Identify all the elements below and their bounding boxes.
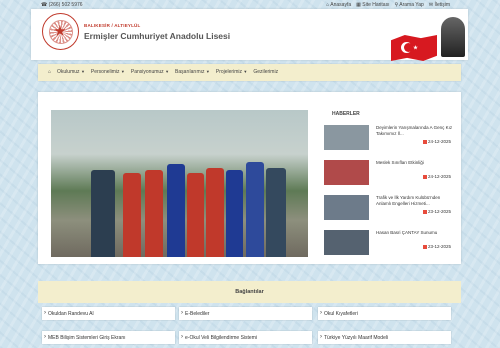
sitemap-link[interactable]: ▦ Site Haritası <box>356 2 389 8</box>
link-e-belediler[interactable]: › E-Belediler <box>179 307 312 320</box>
news-thumbnail <box>324 125 369 150</box>
chevron-down-icon: ▼ <box>205 69 210 74</box>
search-icon: ⚲ <box>394 2 399 8</box>
phone-number: (266) 502 5976 <box>48 2 83 8</box>
main-nav: ⌂ Okulumuz ▼ Personelimiz ▼ Pansiyonumuz… <box>38 64 461 81</box>
chevron-right-icon: › <box>320 310 322 316</box>
link-meb-bilisim[interactable]: › MEB Bilişim Sistemleri Giriş Ekranı <box>42 331 175 344</box>
nav-item-gezilerimiz[interactable]: Gezilerimiz <box>253 69 278 75</box>
chevron-right-icon: › <box>44 310 46 316</box>
link-e-okul-veli[interactable]: › e-Okul Veli Bilgilendirme Sistemi <box>179 331 312 344</box>
mail-icon: ✉ <box>428 2 434 8</box>
news-item[interactable]: Trafik ve İlk Yardım Kulübü'nden Anlamlı… <box>324 195 454 221</box>
news-title: Meslek Sınıfları Etkinliği <box>376 160 424 165</box>
slider-photo[interactable] <box>51 110 308 257</box>
news-thumbnail <box>324 230 369 255</box>
meb-logo[interactable] <box>42 13 79 50</box>
news-date: 24-12-2025 <box>423 174 451 179</box>
news-title: Trafik ve İlk Yardım Kulübü'nden Anlamlı… <box>376 195 441 206</box>
news-thumbnail <box>324 195 369 220</box>
sitemap-icon: ▦ <box>356 2 361 8</box>
location-subtitle: BALIKESİR / ALTIEYLÜL <box>84 23 141 28</box>
links-section: Bağlantılar <box>38 281 461 303</box>
main-content: HABERLER Deyimlerin Yarışmalarında A Gen… <box>38 92 461 264</box>
news-title: Deyimlerin Yarışmalarında A Genç Kız Tak… <box>376 125 453 136</box>
link-okul-kiyafetleri[interactable]: › Okul Kıyafetleri <box>318 307 451 320</box>
news-item[interactable]: Hasan Basri ÇANTAY Sunumu 23-12-2025 <box>324 230 454 256</box>
chevron-right-icon: › <box>181 310 183 316</box>
news-item[interactable]: Deyimlerin Yarışmalarında A Genç Kız Tak… <box>324 125 454 151</box>
nav-item-basarilarimiz[interactable]: Başarılarımız ▼ <box>175 69 210 75</box>
search-link[interactable]: ⚲ Arama Yap <box>394 2 423 8</box>
news-date: 23-12-2025 <box>423 244 451 249</box>
turkish-flag-image <box>391 35 437 61</box>
ataturk-portrait-image <box>441 17 465 57</box>
chevron-right-icon: › <box>44 334 46 340</box>
nav-home[interactable]: ⌂ <box>48 69 51 75</box>
news-date: 23-12-2025 <box>423 209 451 214</box>
chevron-down-icon: ▼ <box>165 69 170 74</box>
school-name[interactable]: Ermişler Cumhuriyet Anadolu Lisesi <box>84 31 230 41</box>
chevron-down-icon: ▼ <box>120 69 125 74</box>
news-thumbnail <box>324 160 369 185</box>
chevron-down-icon: ▼ <box>80 69 85 74</box>
home-icon: ⌂ <box>326 2 330 8</box>
news-title: Hasan Basri ÇANTAY Sunumu <box>376 230 438 235</box>
link-randevu[interactable]: › Okuldan Randevu Al <box>42 307 175 320</box>
chevron-down-icon: ▼ <box>243 69 248 74</box>
links-heading: Bağlantılar <box>235 289 264 295</box>
site-header: BALIKESİR / ALTIEYLÜL Ermişler Cumhuriye… <box>31 9 468 61</box>
home-link[interactable]: ⌂ Anasayfa <box>326 2 351 8</box>
chevron-right-icon: › <box>320 334 322 340</box>
news-heading: HABERLER <box>332 111 360 117</box>
chevron-right-icon: › <box>181 334 183 340</box>
link-maarif-modeli[interactable]: › Türkiye Yüzyılı Maarif Modeli <box>318 331 451 344</box>
phone-info[interactable]: ☎ (266) 502 5976 <box>41 2 83 8</box>
nav-item-projelerimiz[interactable]: Projelerimiz ▼ <box>216 69 247 75</box>
nav-item-personelimiz[interactable]: Personelimiz ▼ <box>91 69 125 75</box>
nav-item-pansiyonumuz[interactable]: Pansiyonumuz ▼ <box>131 69 169 75</box>
news-item[interactable]: Meslek Sınıfları Etkinliği 24-12-2025 <box>324 160 454 186</box>
top-links: ⌂ Anasayfa ▦ Site Haritası ⚲ Arama Yap ✉… <box>326 2 450 8</box>
home-icon: ⌂ <box>48 69 52 75</box>
phone-icon: ☎ <box>41 2 48 8</box>
contact-link[interactable]: ✉ İletişim <box>429 2 450 8</box>
nav-item-okulumuz[interactable]: Okulumuz ▼ <box>57 69 85 75</box>
news-date: 24-12-2025 <box>423 139 451 144</box>
